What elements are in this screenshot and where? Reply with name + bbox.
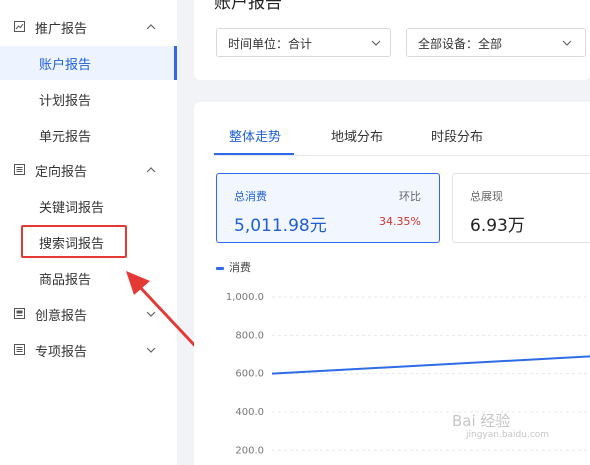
sidebar-item-unit-report[interactable]: 单元报告: [0, 118, 177, 152]
watermark-sub: jingyan.baidu.com: [466, 430, 550, 440]
chevron-down-icon: [562, 40, 572, 46]
chart-icon: [14, 21, 25, 32]
tab-overall-trend[interactable]: 整体走势: [229, 126, 281, 145]
sidebar-group-label: 创意报告: [35, 309, 88, 324]
list-icon: [14, 344, 25, 355]
chevron-up-icon[interactable]: [146, 22, 156, 32]
device-select[interactable]: 全部设备：全部: [406, 28, 586, 57]
time-unit-select[interactable]: 时间单位：合计: [216, 28, 391, 57]
sidebar-group-targeting-report[interactable]: 定向报告: [0, 153, 177, 187]
metric-label: 总展现: [470, 190, 503, 203]
highlight-box: [21, 225, 127, 258]
legend-label: 消费: [229, 261, 251, 274]
report-card: 整体走势 地域分布 时段分布 总消费 环比 5,011.98元 34.35% 总…: [194, 102, 590, 465]
device-value: 全部设备：全部: [418, 37, 503, 51]
metric-value: 6.93万: [470, 216, 525, 236]
filter-card: 账户报告 时间单位：合计 全部设备：全部: [194, 0, 590, 80]
annotation-arrow: [126, 271, 200, 351]
metric-card-total-spend[interactable]: 总消费 环比 5,011.98元 34.35%: [216, 173, 440, 243]
time-unit-value: 时间单位：合计: [228, 37, 313, 51]
sidebar-item-label: 单元报告: [39, 130, 92, 145]
list-icon: [14, 164, 25, 175]
sidebar-item-account-report[interactable]: 账户报告: [0, 46, 177, 80]
sidebar-group-promotion-report[interactable]: 推广报告: [0, 10, 177, 44]
tabs-divider: [214, 155, 590, 156]
y-tick-label: 600.0: [235, 369, 264, 380]
page-title: 账户报告: [214, 0, 282, 13]
sidebar-group-label: 专项报告: [35, 345, 88, 360]
metric-compare-label: 环比: [399, 190, 421, 203]
y-tick-label: 400.0: [235, 407, 264, 418]
sidebar-item-label: 商品报告: [39, 273, 92, 288]
y-tick-label: 200.0: [235, 445, 264, 456]
metric-compare-value: 34.35%: [379, 215, 421, 228]
metric-card-total-impressions[interactable]: 总展现 6.93万: [452, 173, 590, 243]
metric-value: 5,011.98元: [234, 216, 327, 236]
chevron-up-icon[interactable]: [146, 165, 156, 175]
watermark: Bai 经验: [452, 412, 511, 430]
sidebar-group-label: 推广报告: [35, 22, 88, 37]
legend-marker: [216, 266, 224, 270]
chevron-down-icon: [371, 40, 381, 46]
tab-time-period[interactable]: 时段分布: [431, 126, 483, 145]
metric-label: 总消费: [234, 190, 267, 203]
sidebar-item-label: 关键词报告: [39, 201, 105, 216]
doc-icon: [14, 308, 25, 319]
y-tick-label: 1,000.0: [226, 292, 264, 303]
sidebar-item-label: 计划报告: [39, 94, 92, 109]
y-tick-label: 800.0: [235, 330, 264, 341]
tab-region[interactable]: 地域分布: [331, 126, 383, 145]
sidebar-item-plan-report[interactable]: 计划报告: [0, 82, 177, 116]
sidebar-group-label: 定向报告: [35, 165, 88, 180]
series-line-spend: [271, 355, 590, 375]
chart-legend[interactable]: 消费: [216, 259, 251, 275]
sidebar-item-label: 账户报告: [39, 58, 92, 73]
sidebar-item-keyword-report[interactable]: 关键词报告: [0, 189, 177, 223]
